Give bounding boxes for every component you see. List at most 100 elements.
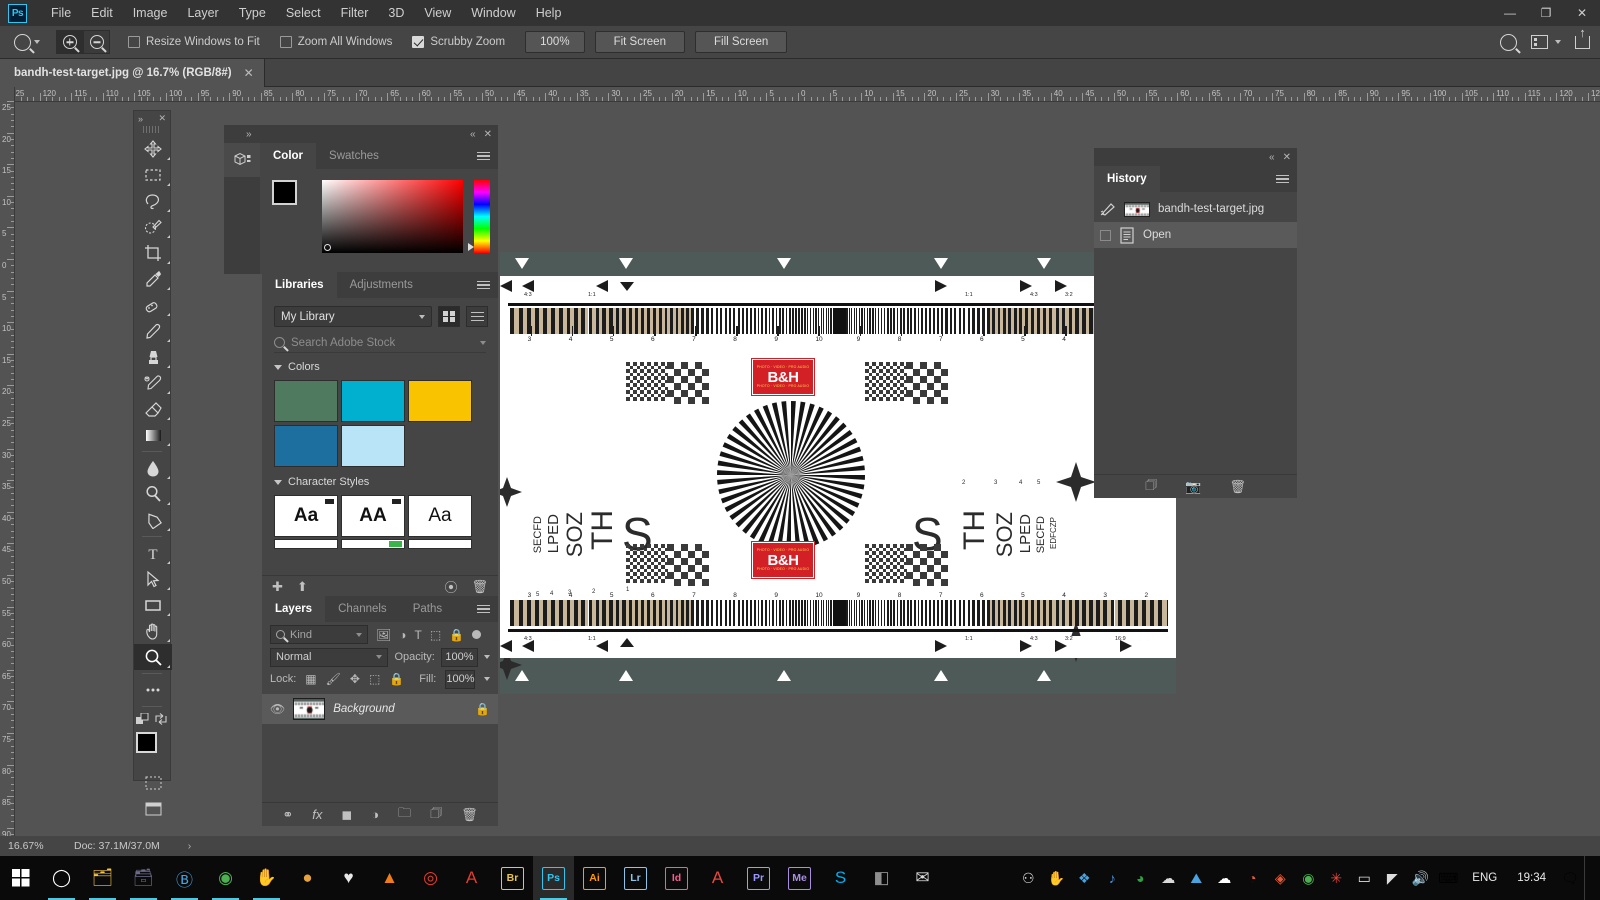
handbrake-icon[interactable]: ✋ — [246, 856, 287, 900]
bitdefender-icon[interactable]: Ⓑ — [164, 856, 205, 900]
maximize-button[interactable]: ❐ — [1528, 0, 1564, 26]
audio-driver-icon[interactable]: ♪ — [1098, 856, 1126, 900]
image-filter-icon[interactable]: 🖼 — [376, 628, 391, 642]
tab-history[interactable]: History — [1094, 166, 1160, 192]
layer-styles-icon[interactable]: fx — [312, 807, 322, 822]
gradient-tool[interactable] — [134, 422, 172, 448]
library-color-swatch[interactable] — [274, 425, 338, 467]
crop-tool[interactable] — [134, 240, 172, 266]
new-group-icon[interactable]: 🗀 — [398, 804, 411, 826]
cortana-icon[interactable]: ◯ — [41, 856, 82, 900]
history-snapshot-row[interactable]: bandh-test-target.jpg — [1094, 196, 1297, 222]
eye-icon[interactable]: 👁 — [270, 702, 285, 716]
chrome-icon[interactable]: ◉ — [205, 856, 246, 900]
illustrator-icon[interactable]: Ai — [574, 856, 615, 900]
grid-view-button[interactable] — [438, 306, 460, 327]
edit-toolbar-button[interactable] — [134, 677, 172, 703]
scrubby-zoom-checkbox[interactable] — [412, 36, 425, 48]
menu-item-image[interactable]: Image — [123, 2, 178, 24]
table-row[interactable]: 👁 Background 🔒 — [262, 694, 498, 724]
brush-tool[interactable] — [134, 318, 172, 344]
hue-strip[interactable] — [468, 180, 490, 253]
adjustment-filter-icon[interactable]: ◑ — [399, 628, 406, 642]
foreground-color-swatch[interactable] — [272, 180, 297, 205]
default-colors-icon[interactable] — [136, 713, 150, 725]
handbrake-tray-icon[interactable]: ✋ — [1042, 856, 1070, 900]
list-item[interactable]: Open — [1094, 222, 1297, 248]
scrubby-zoom-option[interactable]: Scrubby Zoom — [412, 36, 505, 48]
clone-stamp-tool[interactable] — [134, 344, 172, 370]
fill-value[interactable]: 100% — [445, 669, 476, 689]
fit-screen-button[interactable]: Fit Screen — [594, 31, 685, 53]
zoom-all-windows-checkbox[interactable] — [279, 36, 292, 48]
history-state-checkbox[interactable] — [1100, 229, 1111, 241]
horizontal-ruler[interactable]: 125 120 115 110 105 100 95 90 85 80 75 70 65 60 55 50 45… — [0, 87, 1600, 102]
character-style-item[interactable] — [341, 539, 405, 549]
lock-all-icon[interactable]: 🔒 — [389, 672, 404, 686]
lock-image-icon[interactable]: 🖌 — [326, 672, 341, 686]
zoom-level[interactable]: 16.67% — [0, 840, 52, 852]
menu-item-help[interactable]: Help — [526, 2, 572, 24]
library-color-swatch[interactable] — [341, 425, 405, 467]
color-panel-menu-button[interactable] — [469, 143, 498, 169]
character-style-item[interactable]: Aa — [408, 495, 472, 537]
zoom-tool[interactable] — [134, 644, 172, 670]
zoom-out-button[interactable] — [83, 30, 110, 54]
library-color-swatch[interactable] — [274, 380, 338, 422]
eyedropper-tool[interactable] — [134, 266, 172, 292]
create-document-icon[interactable]: 🗇 — [1145, 476, 1157, 498]
tool-preset-picker[interactable] — [14, 33, 40, 51]
photoshop-icon[interactable]: Ps — [533, 856, 574, 900]
photos-icon[interactable]: ⛰ — [1182, 856, 1210, 900]
tab-color[interactable]: Color — [260, 143, 317, 169]
chevron-down-icon[interactable] — [484, 677, 491, 681]
bridge-icon[interactable]: Br — [492, 856, 533, 900]
clock[interactable]: 19:34 — [1507, 872, 1556, 884]
chrome-tray-icon[interactable]: ◉ — [1294, 856, 1322, 900]
close-icon[interactable]: ✕ — [1283, 152, 1291, 163]
file-explorer-icon[interactable]: 🗂 — [82, 856, 123, 900]
keyboard-icon[interactable]: ⌨ — [1434, 856, 1462, 900]
notification-icon[interactable]: 🗨 — [1556, 856, 1584, 900]
move-tool[interactable] — [134, 136, 172, 162]
character-style-item[interactable] — [274, 539, 338, 549]
3d-panel-icon[interactable] — [224, 143, 260, 177]
list-view-button[interactable] — [466, 306, 488, 327]
eraser-tool[interactable] — [134, 396, 172, 422]
app-icon[interactable]: ● — [287, 856, 328, 900]
menu-item-edit[interactable]: Edit — [81, 2, 123, 24]
rectangle-tool[interactable] — [134, 592, 172, 618]
menu-item-select[interactable]: Select — [276, 2, 331, 24]
hand-tool[interactable] — [134, 618, 172, 644]
menu-item-view[interactable]: View — [414, 2, 461, 24]
wifi-icon[interactable]: ◤ — [1378, 856, 1406, 900]
delete-icon[interactable]: 🗑 — [1229, 479, 1246, 495]
smartobject-filter-icon[interactable]: 🔒 — [449, 628, 464, 642]
show-desktop-button[interactable] — [1584, 856, 1594, 900]
library-color-swatch[interactable] — [341, 380, 405, 422]
menu-item-filter[interactable]: Filter — [331, 2, 379, 24]
lock-transparency-icon[interactable]: ▦ — [305, 672, 316, 686]
history-brush-tool[interactable] — [134, 370, 172, 396]
color-swatch-pair[interactable] — [272, 180, 311, 217]
tab-swatches[interactable]: Swatches — [316, 143, 392, 169]
people-icon[interactable]: ⚇ — [1014, 856, 1042, 900]
close-icon[interactable]: ✕ — [484, 129, 492, 140]
chevron-down-icon[interactable] — [480, 340, 486, 345]
delete-layer-icon[interactable]: 🗑 — [461, 807, 478, 823]
tab-paths[interactable]: Paths — [399, 596, 456, 622]
close-icon[interactable]: ✕ — [244, 66, 254, 80]
vertical-ruler[interactable]: 25 20 15 10 5 0 5 10 15 20 25 30 35 40 45 50 55 60 65 70 75 8… — [0, 87, 15, 837]
foreground-color-swatch[interactable] — [136, 732, 157, 753]
mail-icon[interactable]: ✉ — [902, 856, 943, 900]
premiere-icon[interactable]: Pr — [738, 856, 779, 900]
acrobat-icon[interactable]: A — [451, 856, 492, 900]
document-tab[interactable]: bandh-test-target.jpg @ 16.7% (RGB/8#) ✕ — [0, 59, 265, 87]
character-style-item[interactable] — [408, 539, 472, 549]
fill-screen-button[interactable]: Fill Screen — [694, 31, 788, 53]
delete-icon[interactable]: 🗑 — [471, 579, 488, 595]
quick-selection-tool[interactable] — [134, 214, 172, 240]
skype-icon[interactable]: S — [820, 856, 861, 900]
store-icon[interactable]: 🗃 — [123, 856, 164, 900]
start-button[interactable] — [0, 856, 41, 900]
